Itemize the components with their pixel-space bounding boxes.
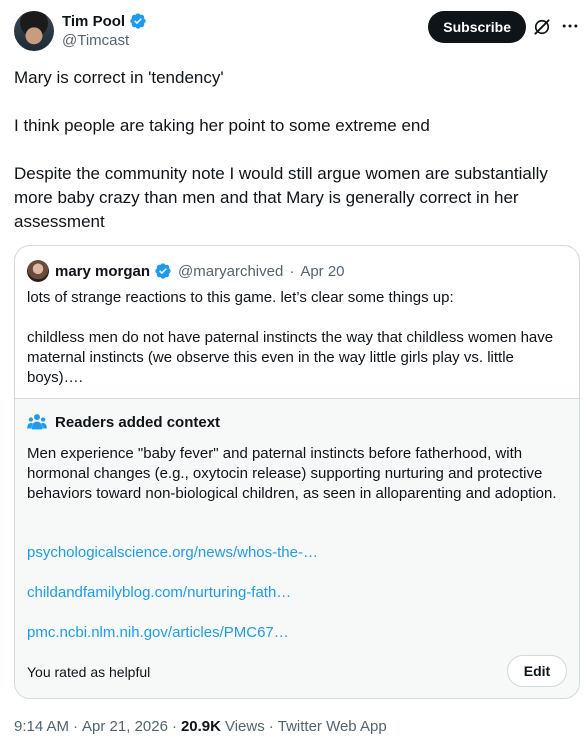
- community-note-title-text: Readers added context: [55, 413, 221, 431]
- views-count: 20.9K: [180, 718, 221, 735]
- tweet-date[interactable]: Apr 21, 2026: [82, 718, 168, 735]
- separator-dot: ·: [171, 718, 177, 735]
- subscribe-button[interactable]: Subscribe: [428, 11, 526, 43]
- quoted-author-name: mary morgan: [55, 262, 151, 280]
- tweet-text: Mary is correct in 'tendency' I think pe…: [14, 66, 576, 234]
- note-source-link[interactable]: childandfamilyblog.com/nurturing-fath…: [27, 584, 291, 601]
- community-note-title: Readers added context: [27, 413, 220, 431]
- rated-helpful-text: You rated as helpful: [27, 664, 151, 680]
- quoted-tweet-text: lots of strange reactions to this game. …: [27, 288, 572, 388]
- author-handle[interactable]: @Timcast: [62, 32, 129, 49]
- quoted-tweet-header: mary morgan @maryarchived · Apr 20: [27, 260, 345, 282]
- quoted-tweet[interactable]: mary morgan @maryarchived · Apr 20 lots …: [14, 245, 580, 699]
- separator-dot: ·: [289, 262, 295, 280]
- tweet-paragraph: Mary is correct in 'tendency': [14, 68, 224, 87]
- views-label: Views: [224, 718, 265, 735]
- edit-rating-button[interactable]: Edit: [507, 655, 567, 687]
- quoted-paragraph: lots of strange reactions to this game. …: [27, 289, 454, 306]
- separator-dot: ·: [73, 718, 79, 735]
- quoted-paragraph: childless men do not have paternal insti…: [27, 329, 554, 386]
- community-note: Readers added context Men experience "ba…: [15, 398, 579, 698]
- verified-badge-icon: [155, 263, 171, 279]
- tweet-source: Twitter Web App: [277, 718, 387, 735]
- people-icon: [27, 414, 47, 430]
- author-avatar[interactable]: [14, 11, 54, 51]
- separator-dot: ·: [268, 718, 274, 735]
- tweet-metadata: 9:14 AM · Apr 21, 2026 · 20.9K Views · T…: [14, 718, 387, 735]
- author-name[interactable]: Tim Pool: [62, 13, 125, 30]
- tweet-paragraph: Despite the community note I would still…: [14, 164, 548, 231]
- community-note-body: Men experience "baby fever" and paternal…: [27, 445, 557, 502]
- author-name-row: Tim Pool: [62, 12, 147, 30]
- note-source-link[interactable]: pmc.ncbi.nlm.nih.gov/articles/PMC67…: [27, 624, 289, 641]
- tweet-paragraph: I think people are taking her point to s…: [14, 116, 430, 135]
- quoted-tweet-date: Apr 20: [300, 262, 345, 280]
- tweet-time[interactable]: 9:14 AM: [14, 718, 69, 735]
- quoted-author-avatar: [27, 260, 49, 282]
- tweet-header: Tim Pool @Timcast Subscribe: [14, 10, 580, 54]
- verified-badge-icon: [130, 13, 146, 29]
- more-icon[interactable]: [560, 16, 580, 36]
- quoted-author-handle: @maryarchived: [178, 262, 284, 280]
- grok-icon[interactable]: [532, 17, 552, 37]
- note-source-link[interactable]: psychologicalscience.org/news/whos-the-…: [27, 544, 318, 561]
